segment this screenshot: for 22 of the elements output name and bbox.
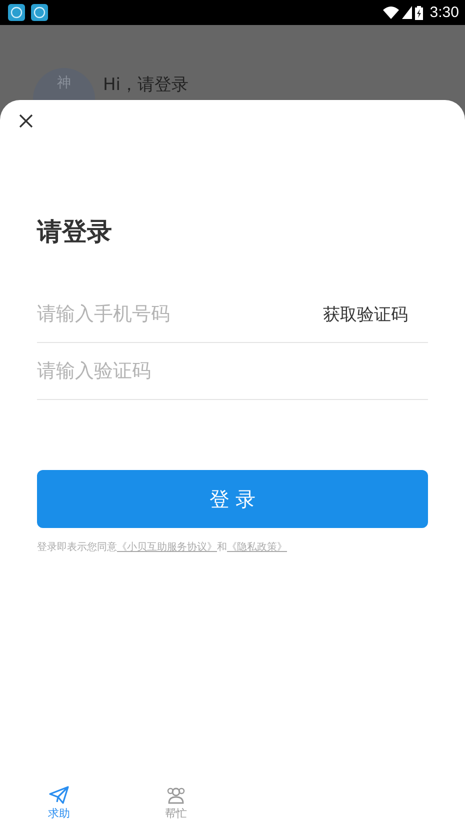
- close-button[interactable]: [18, 113, 34, 129]
- login-title: 请登录: [37, 216, 113, 248]
- phone-field[interactable]: 请输入手机号码: [37, 303, 323, 325]
- code-field[interactable]: 请输入验证码: [37, 360, 428, 382]
- terms-link[interactable]: 《小贝互助服务协议》: [117, 542, 217, 553]
- nav-tab[interactable]: 求助: [20, 778, 98, 828]
- close-icon: [19, 114, 33, 128]
- status-time: 3:30: [430, 4, 459, 21]
- people-icon: [166, 786, 186, 804]
- signal-icon: [402, 6, 412, 19]
- battery-icon: [414, 6, 423, 20]
- agreement-text: 和: [217, 542, 227, 553]
- greeting-text: Hi，请登录: [103, 74, 189, 96]
- get-code-button[interactable]: 获取验证码: [323, 302, 428, 326]
- send-icon: [49, 786, 69, 804]
- nav-tab[interactable]: 帮忙: [137, 778, 215, 828]
- app-icon: [31, 4, 48, 21]
- app-icon: [8, 4, 25, 21]
- agreement-text: 登录即表示您同意: [37, 542, 117, 553]
- wifi-icon: [382, 6, 399, 19]
- login-button[interactable]: 登 录: [37, 470, 428, 528]
- privacy-link[interactable]: 《隐私政策》: [227, 542, 287, 553]
